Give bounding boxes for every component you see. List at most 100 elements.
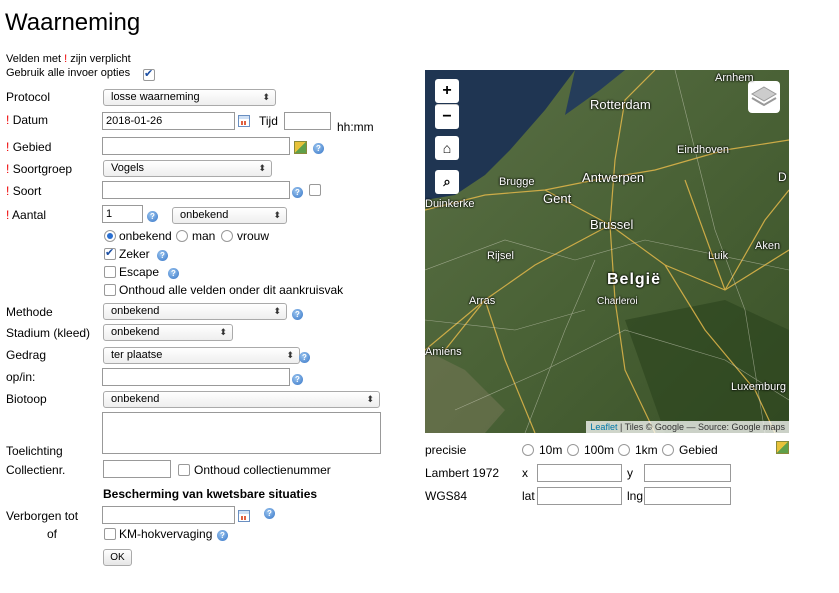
city-label: Amiens [425, 346, 462, 358]
tijd-unit: hh:mm [337, 120, 374, 134]
sex-option-label: vrouw [237, 229, 270, 243]
map[interactable]: + − ⌂ ⌕ Arnhem Rotterdam Eindhoven Brugg… [425, 70, 789, 433]
gedrag-label: Gedrag [6, 348, 47, 362]
city-label: Brugge [499, 176, 535, 188]
tijd-input[interactable] [284, 112, 331, 130]
wgs84-label: WGS84 [425, 489, 468, 503]
sex-radio-vrouw[interactable] [221, 230, 233, 242]
select-arrow-icon: ⬍ [366, 394, 374, 404]
city-label: D [778, 170, 787, 184]
help-icon[interactable]: ? [217, 530, 228, 541]
city-label: Luxemburg [731, 381, 787, 393]
map-picker-icon[interactable] [294, 141, 307, 154]
help-icon[interactable]: ? [147, 211, 158, 222]
biotoop-select[interactable]: onbekend ⬍ [103, 391, 380, 408]
km-checkbox[interactable] [104, 528, 116, 540]
soortgroep-select[interactable]: Vogels ⬍ [103, 160, 272, 177]
help-icon[interactable]: ? [292, 187, 303, 198]
verborgen-input[interactable] [102, 506, 235, 524]
precisie-radio-1km[interactable] [618, 444, 630, 456]
datum-label: ! Datum [6, 113, 49, 127]
help-icon[interactable]: ? [313, 143, 324, 154]
opin-input[interactable] [102, 368, 290, 386]
city-label: Arras [469, 295, 496, 307]
city-label: Antwerpen [582, 170, 645, 185]
precisie-radio-gebied[interactable] [662, 444, 674, 456]
select-arrow-icon: ⬍ [262, 92, 270, 102]
map-terrain [425, 70, 789, 433]
precisie-radio-100m[interactable] [567, 444, 579, 456]
onthoud-alle-checkbox[interactable] [104, 284, 116, 296]
ok-button[interactable]: OK [103, 549, 132, 566]
help-icon[interactable]: ? [299, 352, 310, 363]
lambert-label: Lambert 1972 [425, 466, 500, 480]
sex-radio-onbekend[interactable] [104, 230, 116, 242]
collectienr-input[interactable] [103, 460, 171, 478]
escape-label: Escape [119, 265, 160, 279]
methode-label: Methode [6, 305, 53, 319]
help-icon[interactable]: ? [292, 309, 303, 320]
page-title: Waarneming [5, 9, 141, 36]
aantal-input[interactable]: 1 [102, 205, 143, 223]
precisie-option-label: 10m [539, 443, 563, 457]
calendar-icon[interactable] [238, 115, 250, 127]
select-arrow-icon: ⬍ [258, 163, 266, 173]
onthoud-collectie-label: Onthoud collectienummer [194, 463, 331, 477]
country-label: België [607, 271, 662, 288]
lambert-y-input[interactable] [644, 464, 731, 482]
city-label: Arnhem [715, 72, 754, 84]
wgs84-lng-input[interactable] [644, 487, 731, 505]
toelichting-textarea[interactable] [102, 412, 381, 454]
datum-input[interactable]: 2018-01-26 [102, 112, 235, 130]
zeker-label: Zeker [119, 247, 150, 261]
precisie-label: precisie [425, 443, 467, 457]
help-icon[interactable]: ? [292, 374, 303, 385]
gebied-input[interactable] [102, 137, 290, 155]
stadium-label: Stadium (kleed) [6, 326, 91, 340]
search-icon[interactable]: ⌕ [435, 170, 459, 194]
select-arrow-icon: ⬍ [273, 210, 281, 220]
home-icon[interactable]: ⌂ [435, 136, 459, 160]
all-options-label: Gebruik alle invoer opties [6, 67, 131, 79]
sex-radio-man[interactable] [176, 230, 188, 242]
sex-option-label: onbekend [119, 229, 172, 243]
calendar-icon[interactable] [238, 510, 250, 522]
all-options-checkbox[interactable] [143, 67, 155, 81]
aantal-sex-select[interactable]: onbekend ⬍ [172, 207, 287, 224]
lng-label: lng [627, 489, 644, 503]
help-icon[interactable]: ? [168, 268, 179, 279]
city-label: Rotterdam [590, 97, 651, 112]
select-arrow-icon: ⬍ [273, 306, 281, 316]
help-icon[interactable]: ? [157, 250, 168, 261]
protocol-label: Protocol [6, 90, 51, 104]
zeker-checkbox[interactable] [104, 246, 116, 260]
city-label: Luik [708, 250, 729, 262]
zoom-out-button[interactable]: − [435, 104, 459, 129]
escape-checkbox[interactable] [104, 266, 116, 278]
of-label: of [47, 527, 58, 541]
leaflet-link[interactable]: Leaflet [590, 422, 617, 432]
stadium-select[interactable]: onbekend ⬍ [103, 324, 233, 341]
wgs84-lat-input[interactable] [537, 487, 622, 505]
onthoud-collectie-checkbox[interactable] [178, 464, 190, 476]
soort-checkbox[interactable] [309, 184, 321, 196]
map-picker-icon[interactable] [776, 441, 789, 454]
layers-icon[interactable] [748, 81, 780, 113]
aantal-label: ! Aantal [6, 208, 47, 222]
biotoop-label: Biotoop [6, 392, 47, 406]
precisie-option-label: 100m [584, 443, 615, 457]
help-icon[interactable]: ? [264, 508, 275, 519]
city-label: Rijsel [487, 250, 514, 262]
collectienr-label: Collectienr. [6, 463, 66, 477]
bescherming-heading: Bescherming van kwetsbare situaties [103, 487, 318, 501]
gedrag-select[interactable]: ter plaatse ⬍ [103, 347, 300, 364]
city-label: Charleroi [597, 296, 638, 307]
tijd-label: Tijd [259, 114, 278, 128]
soort-input[interactable] [102, 181, 290, 199]
methode-select[interactable]: onbekend ⬍ [103, 303, 287, 320]
select-arrow-icon: ⬍ [219, 327, 227, 337]
lambert-x-input[interactable] [537, 464, 622, 482]
precisie-radio-10m[interactable] [522, 444, 534, 456]
zoom-in-button[interactable]: + [435, 79, 459, 103]
protocol-select[interactable]: losse waarneming ⬍ [103, 89, 276, 106]
